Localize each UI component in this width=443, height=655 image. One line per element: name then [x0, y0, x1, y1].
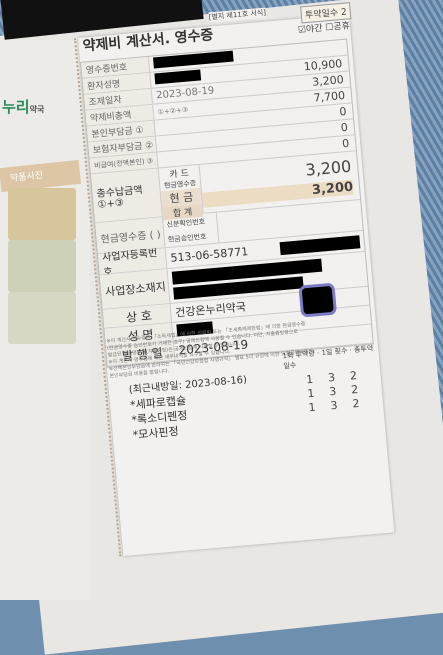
pharmacy-receipt: 약제비 계산서. 영수증 투약일수 2 [별지 제11호 서식] ☑야간 ☐공휴… — [74, 2, 395, 557]
dosage-grid: 132 132 132 — [298, 368, 367, 416]
pharmacy-logo: 누리약국 — [2, 98, 45, 116]
drug-list: (최근내방일: 2023-08-16) *세파로캡슐 *록소디펜정 *모사핀정 — [128, 373, 251, 443]
tablet-photo — [8, 292, 76, 344]
redacted — [279, 234, 361, 255]
tablet-photo — [8, 240, 76, 292]
capsule-photo — [8, 188, 76, 240]
redacted — [154, 68, 202, 84]
redacted — [152, 50, 234, 68]
pharmacy-leaflet: 누리약국 약품사진 — [0, 40, 90, 600]
